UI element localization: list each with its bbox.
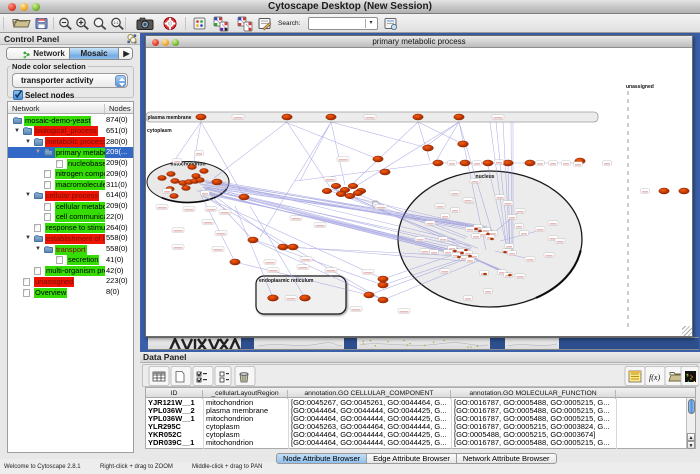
svg-text:endoplasmic reticulum: endoplasmic reticulum — [259, 278, 314, 284]
svg-text:1:1: 1:1 — [114, 21, 119, 25]
svg-text:unassigned: unassigned — [626, 84, 654, 90]
svg-text:cytoplasm: cytoplasm — [147, 128, 172, 134]
svg-text:plasma membrane: plasma membrane — [148, 115, 192, 121]
svg-text:f(x): f(x) — [649, 373, 660, 382]
